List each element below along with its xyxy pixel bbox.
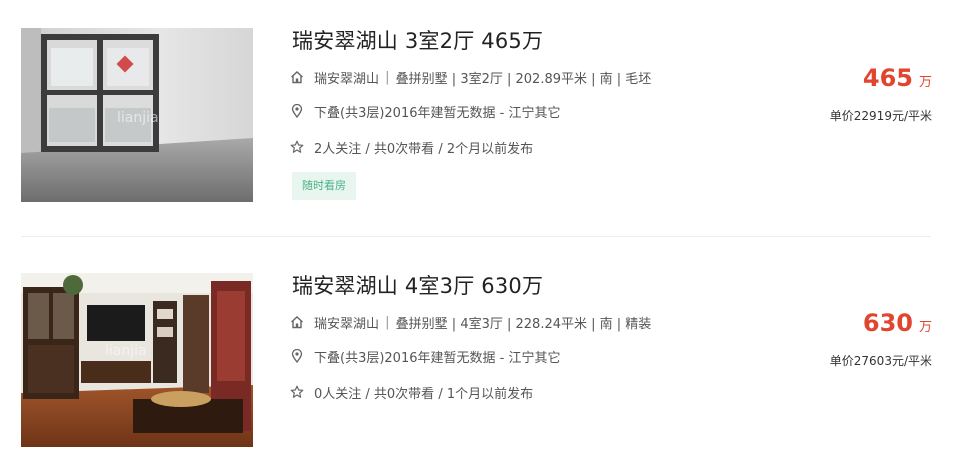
unit-price: 单价22919元/平米	[829, 109, 932, 123]
listing-title[interactable]: 瑞安翠湖山 4室3厅 630万	[292, 270, 543, 300]
position-info-row: 下叠(共3层)2016年建暂无数据 - 江宁其它	[290, 347, 560, 366]
community-link[interactable]: 瑞安翠湖山	[314, 68, 379, 87]
star-icon	[290, 140, 306, 156]
house-info: 叠拼别墅 | 4室3厅 | 228.24平米 | 南 | 精装	[395, 317, 652, 332]
position-info[interactable]: 下叠(共3层)2016年建暂无数据 - 江宁其它	[314, 347, 560, 366]
house-info: 叠拼别墅 | 3室2厅 | 202.89平米 | 南 | 毛坯	[395, 72, 652, 87]
total-price: 630 万	[863, 309, 932, 337]
price-unit: 万	[918, 75, 932, 90]
total-price: 465 万	[863, 64, 932, 92]
position-info-row: 下叠(共3层)2016年建暂无数据 - 江宁其它	[290, 102, 560, 121]
follow-info: 2人关注 / 共0次带看 / 2个月以前发布	[314, 142, 534, 157]
total-price-value: 465	[862, 64, 913, 92]
community-link[interactable]: 瑞安翠湖山	[314, 313, 379, 332]
house-info-row: 瑞安翠湖山 | 叠拼别墅 | 3室2厅 | 202.89平米 | 南 | 毛坯	[290, 68, 651, 87]
viewing-tag: 随时看房	[292, 172, 356, 200]
listing-photo[interactable]: lianjia	[21, 28, 253, 202]
listing-photo[interactable]: lianjia	[21, 273, 253, 447]
separator: |	[381, 315, 394, 330]
listing-title[interactable]: 瑞安翠湖山 3室2厅 465万	[292, 25, 543, 55]
price-unit: 万	[918, 320, 932, 335]
follow-info-row: 2人关注 / 共0次带看 / 2个月以前发布	[290, 138, 533, 157]
listing-divider	[21, 236, 931, 237]
house-icon	[290, 315, 306, 331]
photo-watermark: lianjia	[105, 343, 147, 359]
position-info[interactable]: 下叠(共3层)2016年建暂无数据 - 江宁其它	[314, 102, 560, 121]
listing-card: lianjia 瑞安翠湖山 3室2厅 465万 瑞安翠湖山 | 叠拼别墅 | 3…	[0, 0, 954, 202]
location-pin-icon	[290, 103, 306, 120]
follow-info-row: 0人关注 / 共0次带看 / 1个月以前发布	[290, 383, 533, 402]
location-pin-icon	[290, 348, 306, 365]
house-info-row: 瑞安翠湖山 | 叠拼别墅 | 4室3厅 | 228.24平米 | 南 | 精装	[290, 313, 651, 332]
follow-info: 0人关注 / 共0次带看 / 1个月以前发布	[314, 387, 534, 402]
listing-card: lianjia 瑞安翠湖山 4室3厅 630万 瑞安翠湖山 | 叠拼别墅 | 4…	[0, 245, 954, 447]
house-icon	[290, 70, 306, 86]
unit-price: 单价27603元/平米	[829, 354, 932, 368]
star-icon	[290, 385, 306, 401]
photo-watermark: lianjia	[117, 110, 159, 126]
total-price-value: 630	[862, 309, 913, 337]
separator: |	[381, 70, 394, 85]
